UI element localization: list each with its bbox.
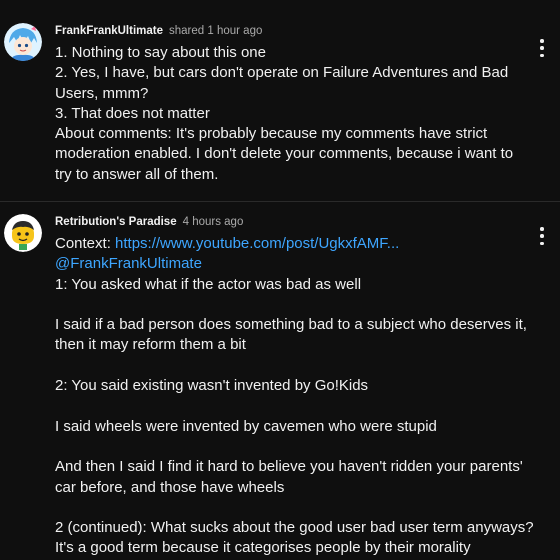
comment-body: Context: https://www.youtube.com/post/Ug… [55, 234, 534, 559]
comment-line: car before, and those have wheels [55, 478, 285, 496]
comment-line: I said wheels were invented by cavemen w… [55, 417, 437, 435]
comment-line: 1: You asked what if the actor was bad a… [55, 275, 362, 293]
context-label: Context: [55, 235, 116, 252]
comment-line: 2: You said existing wasn't invented by … [55, 377, 369, 395]
more-actions-icon[interactable] [538, 226, 546, 246]
avatar[interactable] [4, 214, 42, 252]
comment: Retribution's Paradise 4 hours ago Conte… [0, 0, 560, 559]
comment-header: Retribution's Paradise 4 hours ago [55, 214, 516, 230]
author-name[interactable]: Retribution's Paradise [55, 214, 177, 230]
comment-timestamp[interactable]: 4 hours ago [183, 214, 244, 230]
context-link[interactable]: https://www.youtube.com/post/UgkxfAMF... [115, 235, 399, 252]
comment-line: 2 (continued): What sucks about the good… [55, 519, 534, 537]
comment-feed: FrankFrankUltimate shared 1 hour ago 1. … [0, 0, 560, 560]
comment-line: It's a good term because it categorises … [55, 539, 471, 557]
comment-line: then it may reform them a bit [55, 336, 246, 354]
context-line: Context: https://www.youtube.com/post/Ug… [55, 234, 516, 254]
mention-link[interactable]: @FrankFrankUltimate [55, 254, 516, 274]
cartoon-character-avatar-icon [4, 214, 42, 252]
comment-line: And then I said I find it hard to believ… [55, 458, 523, 476]
comment-line: I said if a bad person does something ba… [55, 316, 527, 334]
